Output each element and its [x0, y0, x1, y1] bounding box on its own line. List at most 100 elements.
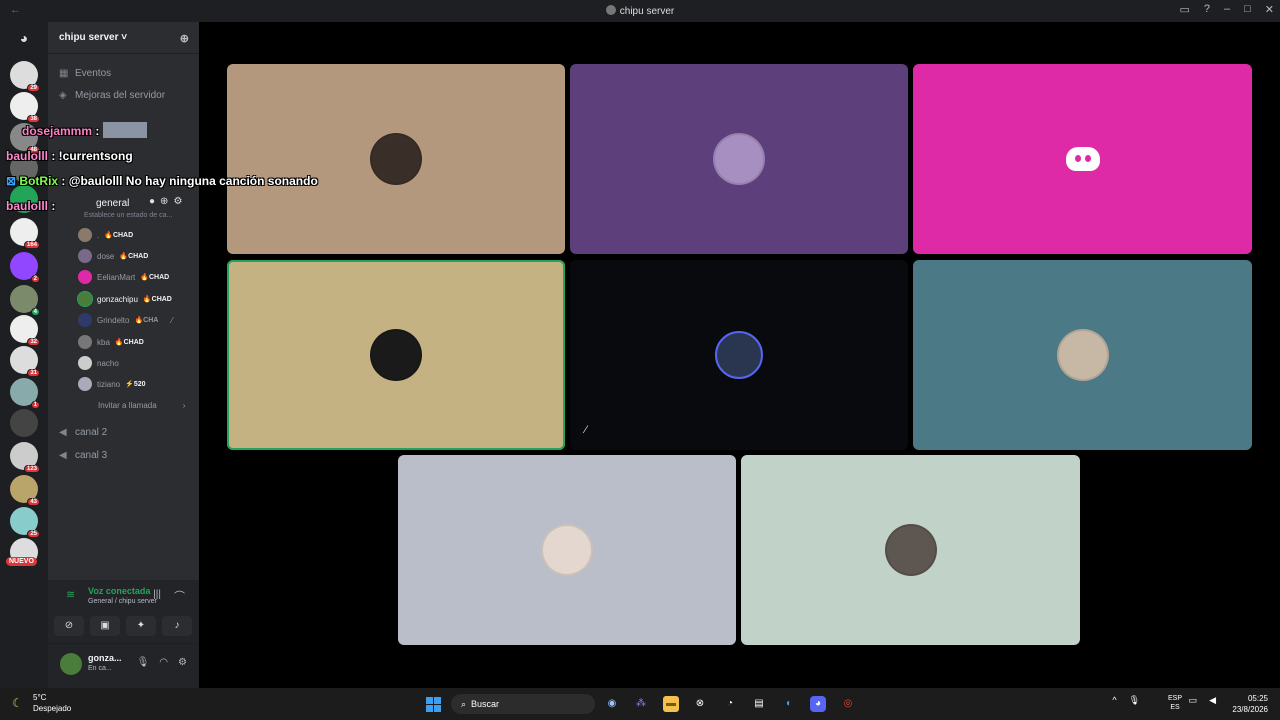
avatar	[715, 331, 763, 379]
boost-icon: ◈	[59, 90, 67, 101]
soundboard-icon[interactable]: ♪	[162, 616, 192, 636]
server-icon[interactable]: 1	[10, 378, 40, 409]
voice-member[interactable]: nacho	[78, 356, 124, 370]
store-icon[interactable]: ▤	[751, 696, 767, 712]
voice-channel-general[interactable]: general	[96, 198, 129, 209]
voice-member[interactable]: . 🔥CHAD	[78, 228, 133, 242]
server-icon[interactable]	[10, 409, 38, 437]
xbox-icon[interactable]: ⊗	[692, 696, 708, 712]
start-button[interactable]	[426, 697, 441, 712]
avatar	[370, 133, 422, 185]
participant-tile[interactable]	[570, 260, 908, 450]
gear-icon[interactable]: ⚙	[173, 196, 182, 207]
chevron-up-icon[interactable]: ^	[1112, 695, 1116, 706]
edge-icon[interactable]: ◐	[781, 696, 797, 712]
discord-app-icon[interactable]: ◕	[810, 696, 826, 712]
server-icon[interactable]: 4	[10, 285, 40, 316]
participant-tile[interactable]	[227, 64, 565, 254]
gear-icon[interactable]: ⚙	[178, 657, 187, 668]
search-icon: ⌕	[461, 699, 467, 709]
teams-icon[interactable]: ⁂	[633, 696, 649, 712]
voice-channel-canal-3[interactable]: ◀ canal 3	[59, 450, 107, 461]
avatar	[884, 524, 937, 576]
camera-off-icon[interactable]: ⊘	[54, 616, 84, 636]
events-item[interactable]: ▦ Eventos	[59, 68, 111, 79]
channel-status[interactable]: Establece un estado de ca...	[84, 212, 172, 219]
voice-member[interactable]: tiziano ⚡520	[78, 377, 146, 391]
server-icon[interactable]: 164	[10, 218, 40, 249]
user-panel: gonza... En ca... 🎙 ◠ ⚙	[48, 644, 199, 688]
noise-suppression-icon[interactable]: |||	[153, 589, 161, 600]
new-badge: NUEVO	[6, 557, 37, 566]
participant-tile[interactable]	[741, 455, 1080, 645]
participant-tile-speaking[interactable]	[227, 260, 565, 450]
add-member-icon[interactable]: ⊕	[160, 196, 168, 207]
voice-member[interactable]: kba 🔥CHAD	[78, 335, 144, 349]
title-bar: ← chipu server ▭ ? – □ ✕	[0, 0, 1280, 22]
voice-member[interactable]: Grindelto 🔥CHA ⁄	[78, 313, 173, 327]
system-tray: ^ 🎙	[1112, 695, 1140, 706]
chat-line: baulolll :	[6, 199, 56, 213]
server-header[interactable]: chipu server ˅ ⊕	[48, 22, 199, 54]
help-icon[interactable]: ?	[1204, 3, 1210, 16]
close-button[interactable]: ✕	[1265, 3, 1274, 16]
file-explorer-icon[interactable]: ▬	[663, 696, 679, 712]
activities-icon[interactable]: ✦	[126, 616, 156, 636]
window-title: chipu server	[0, 5, 1280, 17]
participant-tile[interactable]	[913, 64, 1252, 254]
username: gonza...	[88, 653, 122, 663]
minimize-button[interactable]: –	[1224, 3, 1230, 16]
bot-badge-icon: ⊠	[6, 174, 17, 188]
voice-location[interactable]: General / chipu server	[88, 598, 157, 605]
avatar	[541, 524, 593, 576]
twitch-server-icon[interactable]: 2	[10, 252, 40, 283]
avatar	[713, 133, 765, 185]
headphones-icon[interactable]: ◠	[159, 657, 168, 668]
server-icon[interactable]: 29	[10, 61, 40, 92]
server-name: chipu server	[59, 32, 119, 43]
clock-app-icon[interactable]: ◔	[722, 696, 738, 712]
taskbar-search[interactable]: ⌕ Buscar	[451, 694, 595, 714]
avatar[interactable]	[60, 653, 82, 675]
avatar	[78, 313, 92, 327]
server-icon[interactable]: 123	[10, 442, 40, 473]
voice-status: Voz conectada	[88, 586, 151, 596]
speaker-icon[interactable]: ◀	[1209, 695, 1216, 706]
signal-icon[interactable]: ≋	[66, 588, 75, 601]
server-icon[interactable]: 43	[10, 475, 40, 506]
chat-line: dosejammm :	[22, 122, 147, 138]
maximize-button[interactable]: □	[1244, 3, 1251, 16]
server-icon[interactable]: 31	[10, 346, 40, 377]
voice-channel-canal-2[interactable]: ◀ canal 2	[59, 427, 107, 438]
participant-tile[interactable]	[570, 64, 908, 254]
steam-icon[interactable]: ◉	[604, 696, 620, 712]
chat-icon[interactable]: ●	[149, 196, 155, 207]
server-boost-item[interactable]: ◈ Mejoras del servidor	[59, 90, 165, 101]
chrome-icon[interactable]: ◎	[840, 696, 856, 712]
channel-actions: ● ⊕ ⚙	[149, 196, 182, 207]
microphone-icon[interactable]: 🎙	[137, 657, 150, 668]
clock[interactable]: 05:25 23/8/2026	[1232, 693, 1268, 715]
screen-share-icon[interactable]: ▣	[90, 616, 120, 636]
avatar	[78, 249, 92, 263]
display-icon[interactable]: ▭	[1189, 695, 1198, 706]
add-user-icon[interactable]: ⊕	[180, 32, 189, 45]
participant-tile[interactable]	[398, 455, 736, 645]
server-icon[interactable]: 25	[10, 507, 40, 538]
microphone-icon[interactable]: 🎙	[1129, 695, 1140, 706]
server-icon[interactable]: 38	[10, 92, 40, 123]
voice-member[interactable]: EelianMart 🔥CHAD	[78, 270, 169, 284]
disconnect-icon[interactable]: ⌒	[174, 588, 185, 604]
avatar	[78, 356, 92, 370]
system-tray-icons: ▭ ◀	[1189, 695, 1216, 706]
voice-member[interactable]: dose 🔥CHAD	[78, 249, 148, 263]
server-icon[interactable]: 32	[10, 315, 40, 346]
invite-to-call[interactable]: Invitar a llamada ›	[98, 401, 185, 410]
voice-connected-panel: ≋ Voz conectada General / chipu server |…	[48, 580, 199, 644]
emote-image	[102, 122, 147, 138]
voice-member[interactable]: gonzachipu 🔥CHAD	[78, 292, 172, 306]
participant-tile[interactable]	[913, 260, 1252, 450]
language-indicator[interactable]: ESP ES	[1168, 694, 1182, 712]
inbox-icon[interactable]: ▭	[1179, 3, 1189, 16]
discord-home-icon[interactable]: ◕	[10, 24, 38, 52]
